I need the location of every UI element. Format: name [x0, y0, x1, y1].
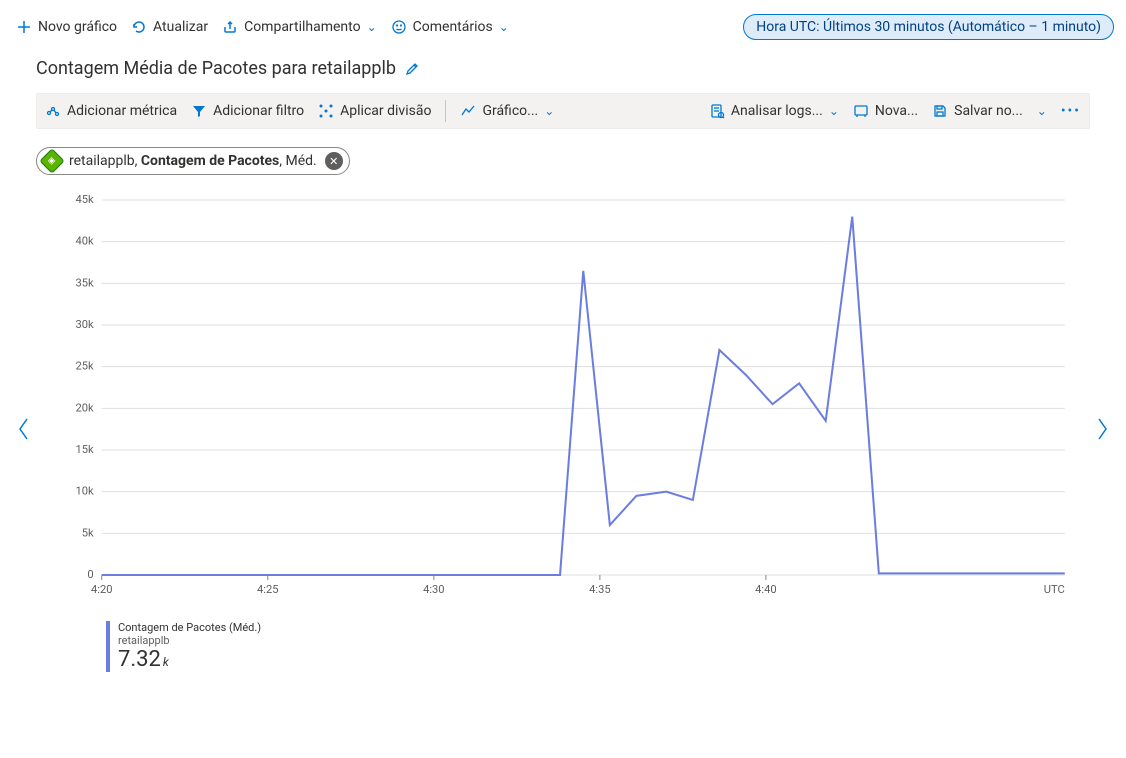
metric-chip-resource: retailapplb: [69, 153, 135, 169]
analyze-logs-button[interactable]: Analisar logs... ⌄: [709, 103, 839, 119]
metric-chip-agg: Méd.: [285, 153, 316, 169]
comments-label: Comentários: [413, 19, 493, 35]
new-chart-label: Novo gráfico: [38, 19, 117, 35]
refresh-icon: [131, 19, 147, 35]
chevron-down-icon: ⌄: [829, 104, 839, 118]
logs-icon: [709, 103, 725, 119]
svg-text:UTC: UTC: [1044, 583, 1065, 596]
split-icon: [318, 103, 334, 119]
resource-icon: ◈: [39, 148, 64, 173]
legend-value-unit: k: [163, 655, 169, 669]
next-chart-button[interactable]: [1090, 405, 1114, 453]
legend-value-number: 7.32: [118, 647, 161, 672]
share-label: Compartilhamento: [244, 19, 361, 35]
plus-icon: [16, 19, 32, 35]
svg-text:20k: 20k: [75, 401, 94, 414]
more-icon[interactable]: •••: [1061, 103, 1081, 119]
save-icon: [932, 103, 948, 119]
analyze-logs-label: Analisar logs...: [731, 103, 823, 119]
metric-chip-text: retailapplb, Contagem de Pacotes, Méd.: [69, 153, 317, 169]
chart-type-label: Gráfico...: [482, 103, 538, 119]
svg-text:4:30: 4:30: [423, 583, 444, 596]
svg-text:10k: 10k: [75, 485, 94, 498]
svg-text:4:40: 4:40: [755, 583, 776, 596]
prev-chart-button[interactable]: [12, 405, 36, 453]
chevron-down-icon[interactable]: ⌄: [1037, 104, 1047, 118]
line-chart-icon: [460, 103, 476, 119]
svg-text:35k: 35k: [75, 276, 94, 289]
metric-chip[interactable]: ◈ retailapplb, Contagem de Pacotes, Méd.…: [36, 147, 350, 175]
filter-icon: [191, 103, 207, 119]
apply-split-label: Aplicar divisão: [340, 103, 431, 119]
refresh-button[interactable]: Atualizar: [131, 19, 208, 35]
svg-text:45k: 45k: [75, 193, 94, 206]
comments-button[interactable]: Comentários ⌄: [391, 19, 509, 35]
chevron-down-icon: ⌄: [367, 20, 377, 34]
new-alert-label: Nova...: [875, 103, 918, 119]
new-chart-button[interactable]: Novo gráfico: [16, 19, 117, 35]
legend-metric: Contagem de Pacotes (Méd.): [118, 621, 1080, 634]
save-to-label: Salvar no...: [954, 103, 1023, 119]
refresh-label: Atualizar: [153, 19, 208, 35]
add-metric-button[interactable]: Adicionar métrica: [45, 103, 177, 119]
svg-text:25k: 25k: [75, 360, 94, 373]
svg-text:4:35: 4:35: [589, 583, 610, 596]
alert-rule-icon: [853, 103, 869, 119]
add-filter-label: Adicionar filtro: [213, 103, 304, 119]
edit-title-button[interactable]: [404, 61, 420, 77]
legend-value: 7.32k: [118, 647, 1080, 672]
chevron-down-icon: ⌄: [544, 104, 554, 118]
smile-icon: [391, 19, 407, 35]
chart-type-button[interactable]: Gráfico... ⌄: [460, 103, 554, 119]
svg-text:30k: 30k: [75, 318, 94, 331]
legend-resource: retailapplb: [118, 634, 1080, 647]
line-chart: 0 5k 10k 15k 20k 25k 30k 35k 40k 45k 4:20 4:25 4:30 4…: [46, 185, 1080, 615]
svg-text:0: 0: [87, 568, 93, 581]
save-to-button[interactable]: Salvar no...: [932, 103, 1023, 119]
chart-title-row: Contagem Média de Pacotes para retailapp…: [12, 52, 1114, 93]
svg-text:15k: 15k: [75, 443, 94, 456]
time-range-pill[interactable]: Hora UTC: Últimos 30 minutos (Automático…: [743, 14, 1114, 40]
add-filter-button[interactable]: Adicionar filtro: [191, 103, 304, 119]
chart-area: 0 5k 10k 15k 20k 25k 30k 35k 40k 45k 4:20 4:25 4:30 4…: [36, 185, 1090, 672]
chart-title: Contagem Média de Pacotes para retailapp…: [36, 58, 396, 79]
top-toolbar: Novo gráfico Atualizar Compartilhamento …: [12, 10, 1114, 52]
metric-chip-metric: Contagem de Pacotes: [141, 153, 279, 169]
svg-text:40k: 40k: [75, 235, 94, 248]
chart-toolbar: Adicionar métrica Adicionar filtro Aplic…: [36, 93, 1090, 129]
chevron-down-icon: ⌄: [499, 20, 509, 34]
remove-chip-icon[interactable]: ✕: [325, 152, 343, 170]
time-range-label: Hora UTC: Últimos 30 minutos (Automático…: [756, 19, 1101, 35]
apply-split-button[interactable]: Aplicar divisão: [318, 103, 431, 119]
add-metric-label: Adicionar métrica: [67, 103, 177, 119]
new-alert-button[interactable]: Nova...: [853, 103, 918, 119]
share-icon: [222, 19, 238, 35]
svg-text:5k: 5k: [82, 526, 94, 539]
add-metric-icon: [45, 103, 61, 119]
share-button[interactable]: Compartilhamento ⌄: [222, 19, 377, 35]
svg-text:4:25: 4:25: [257, 583, 278, 596]
divider: [445, 100, 446, 122]
svg-text:4:20: 4:20: [91, 583, 112, 596]
chart-legend: Contagem de Pacotes (Méd.) retailapplb 7…: [46, 615, 1080, 672]
